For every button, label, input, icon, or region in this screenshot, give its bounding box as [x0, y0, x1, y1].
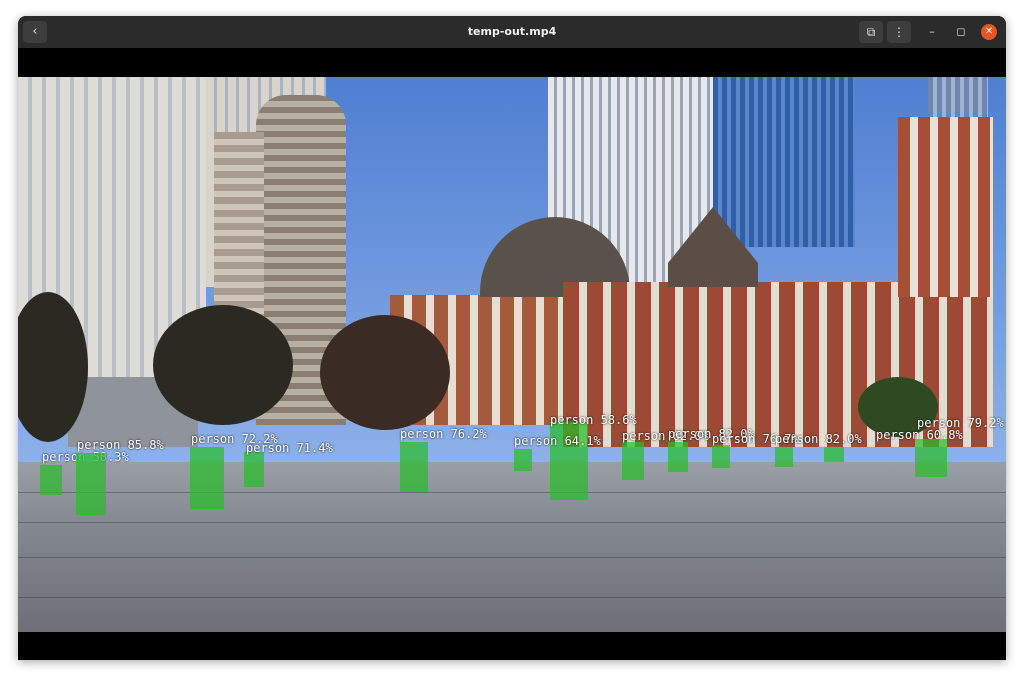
tree-center: [320, 315, 450, 430]
detection-label: person 85.8%: [77, 438, 164, 452]
menu-button[interactable]: ⋮: [887, 21, 911, 43]
detection-box: [824, 447, 844, 462]
detection-box: [915, 439, 947, 477]
detection-box: [668, 442, 688, 472]
picture-in-picture-button[interactable]: ⧉: [859, 21, 883, 43]
window-title: temp-out.mp4: [467, 25, 557, 38]
minimize-button[interactable]: –: [924, 24, 940, 40]
letterbox-bottom: [18, 632, 1006, 660]
tree-center-left: [153, 305, 293, 425]
detection-box: [76, 453, 106, 515]
detection-label: person 58.6%: [550, 413, 637, 427]
detection-box: [622, 442, 644, 480]
titlebar: ‹ temp-out.mp4 ⧉ ⋮ – ◻ ✕: [18, 16, 1006, 48]
detection-label: person 82.0%: [775, 432, 862, 446]
glass-tower: [713, 77, 855, 247]
detection-box: [244, 452, 264, 487]
video-player-window: ‹ temp-out.mp4 ⧉ ⋮ – ◻ ✕ person 58.3% pe…: [18, 16, 1006, 660]
detection-label: person 64.1%: [514, 434, 601, 448]
detection-label: person 79.2%: [917, 416, 1004, 430]
maximize-icon: ◻: [956, 25, 966, 38]
station-right-wing: [898, 117, 993, 297]
close-button[interactable]: ✕: [981, 24, 997, 40]
pip-icon: ⧉: [866, 25, 876, 39]
detection-box: [775, 447, 793, 467]
plaza-ground: [18, 462, 1006, 632]
detection-box: [40, 465, 62, 495]
detection-label: person 76.2%: [400, 427, 487, 441]
menu-icon: ⋮: [893, 25, 905, 39]
detection-label: person 71.4%: [246, 441, 333, 455]
close-icon: ✕: [984, 26, 994, 37]
detection-box: [190, 447, 224, 509]
detection-box: [712, 445, 730, 468]
detection-box: [400, 442, 428, 492]
minimize-icon: –: [929, 25, 935, 38]
video-frame[interactable]: person 58.3% person 85.8% person 72.2% p…: [18, 77, 1006, 632]
detection-box: [514, 449, 532, 471]
maximize-button[interactable]: ◻: [953, 24, 969, 40]
